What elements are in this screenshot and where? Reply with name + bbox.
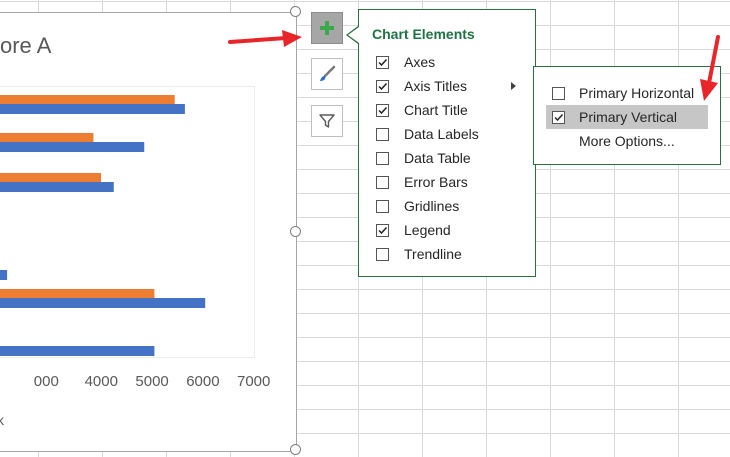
resize-handle-top-right[interactable] <box>290 6 301 17</box>
checkmark-icon <box>378 82 388 90</box>
chart-element-data-table[interactable]: Data Table <box>376 148 471 168</box>
submenu-item-label: Primary Vertical <box>579 109 678 125</box>
red-arrow-annotation-left <box>228 30 302 47</box>
chart-elements-button[interactable] <box>311 12 343 44</box>
chart-element-chart-title[interactable]: Chart Title <box>376 100 468 120</box>
panel-pointer-fill <box>348 27 359 43</box>
chart-element-label: Gridlines <box>404 198 460 214</box>
chart-filters-button[interactable] <box>311 105 343 137</box>
chart-elements-panel: Chart Elements Axes Axis Titles Chart Titl… <box>358 9 536 277</box>
axis-title[interactable]: k <box>0 412 4 428</box>
submenu-item-primary-horizontal[interactable]: Primary Horizontal <box>546 81 708 105</box>
checkbox-primary-vertical[interactable] <box>552 110 565 124</box>
funnel-icon <box>319 114 335 128</box>
x-tick-label: 000 <box>33 373 59 390</box>
checkmark-icon <box>378 106 388 114</box>
plus-icon <box>320 21 334 35</box>
checkbox-error-bars[interactable] <box>376 175 389 189</box>
x-tick-label: 6000 <box>186 373 220 390</box>
chart-element-label: Error Bars <box>404 174 468 190</box>
chart-element-axis-titles[interactable]: Axis Titles <box>376 76 467 96</box>
chart-styles-button[interactable] <box>311 58 343 90</box>
x-tick-label: 5000 <box>135 373 169 390</box>
plot-area[interactable] <box>0 86 255 358</box>
chart-element-label: Data Table <box>404 150 471 166</box>
checkbox-chart-title[interactable] <box>376 103 389 117</box>
checkbox-data-labels[interactable] <box>376 127 389 141</box>
axis-titles-submenu: Primary Horizontal Primary Vertical More O… <box>533 66 721 165</box>
chart-element-gridlines[interactable]: Gridlines <box>376 196 459 216</box>
checkbox-axes[interactable] <box>376 55 389 69</box>
checkbox-trendline[interactable] <box>376 247 389 261</box>
chart-element-label: Axes <box>404 54 436 70</box>
x-tick-label: 7000 <box>237 373 271 390</box>
chart-element-label: Axis Titles <box>404 78 468 94</box>
panel-title: Chart Elements <box>372 26 475 42</box>
resize-handle-bottom-right[interactable] <box>290 444 301 455</box>
checkmark-icon <box>378 58 388 66</box>
chart-element-label: Legend <box>404 222 451 238</box>
paintbrush-icon <box>320 65 336 81</box>
checkmark-icon <box>554 113 564 121</box>
chart-element-label: Data Labels <box>404 126 479 142</box>
submenu-item-label: More Options... <box>579 133 675 149</box>
checkbox-axis-titles[interactable] <box>376 79 389 93</box>
checkbox-legend[interactable] <box>376 223 389 237</box>
submenu-item-primary-vertical[interactable]: Primary Vertical <box>546 105 708 129</box>
red-arrow-annotation-right <box>700 35 720 101</box>
chart-element-axes[interactable]: Axes <box>376 52 435 72</box>
chart-element-error-bars[interactable]: Error Bars <box>376 172 468 192</box>
chart-element-trendline[interactable]: Trendline <box>376 244 462 264</box>
checkmark-icon <box>378 226 388 234</box>
chart-title[interactable]: ore A <box>0 33 51 59</box>
submenu-arrow-icon[interactable] <box>511 82 516 90</box>
chart-element-label: Trendline <box>404 246 462 262</box>
submenu-item-more-options[interactable]: More Options... <box>546 129 708 153</box>
chart-element-data-labels[interactable]: Data Labels <box>376 124 479 144</box>
checkbox-primary-horizontal[interactable] <box>552 86 565 100</box>
checkbox-data-table[interactable] <box>376 151 389 165</box>
chart-element-legend[interactable]: Legend <box>376 220 451 240</box>
submenu-item-label: Primary Horizontal <box>579 85 695 101</box>
x-tick-label: 4000 <box>84 373 118 390</box>
checkbox-gridlines[interactable] <box>376 199 389 213</box>
chart-element-label: Chart Title <box>404 102 468 118</box>
resize-handle-middle-right[interactable] <box>290 226 301 237</box>
